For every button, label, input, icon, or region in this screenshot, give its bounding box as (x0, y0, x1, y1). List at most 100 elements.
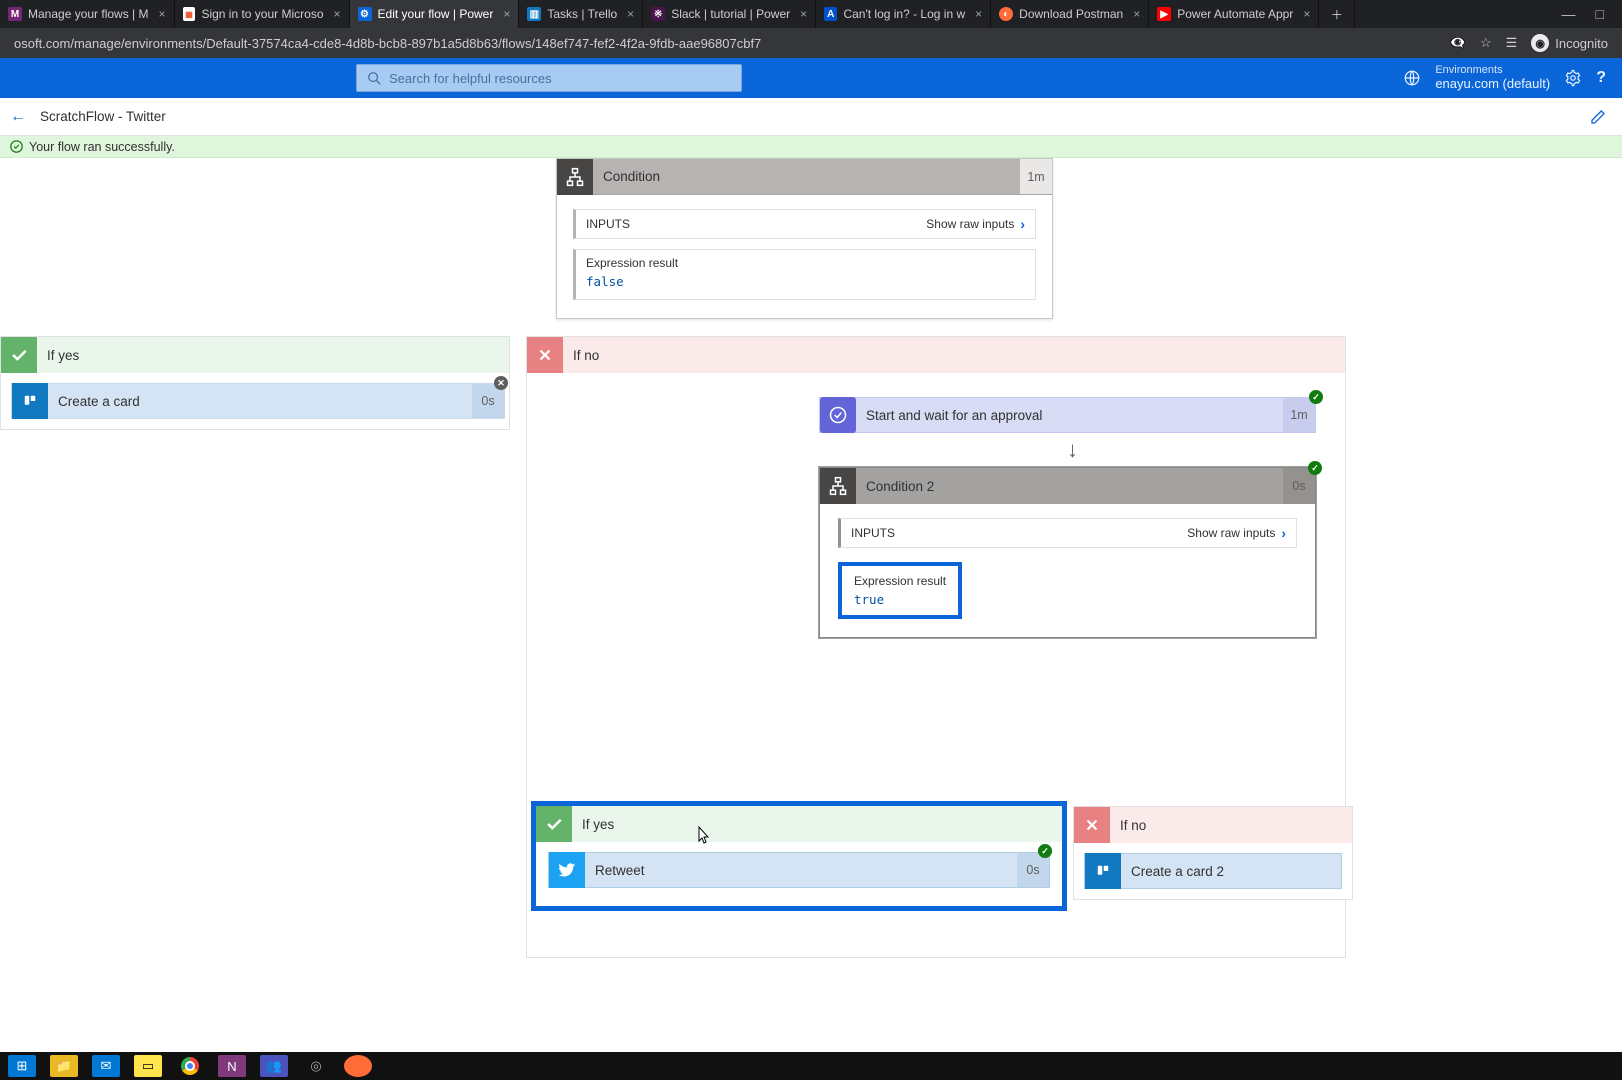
retweet-action[interactable]: Retweet 0s (548, 852, 1050, 888)
check-circle-icon (10, 140, 23, 153)
search-icon (367, 71, 381, 85)
condition-2-card[interactable]: ✓ Condition 2 0s INPUTS Show raw inputs›… (819, 467, 1316, 638)
inputs-header[interactable]: INPUTS Show raw inputs› (573, 209, 1036, 239)
edit-pencil-icon[interactable] (1590, 109, 1612, 125)
approval-action[interactable]: Start and wait for an approval 1m ✓ (819, 397, 1316, 433)
flow-canvas[interactable]: Condition 1m INPUTS Show raw inputs› Exp… (0, 158, 1622, 1052)
tab-label: Power Automate Appr (1177, 7, 1293, 21)
show-raw-inputs-link[interactable]: Show raw inputs› (1187, 525, 1286, 541)
close-icon[interactable]: × (1133, 7, 1140, 21)
chevron-right-icon: › (1020, 216, 1025, 232)
chrome-icon[interactable] (176, 1055, 204, 1077)
mail-icon[interactable]: ✉ (92, 1055, 120, 1077)
if-yes-branch[interactable]: If yes Create a card 0s ✕ (0, 336, 510, 430)
twitter-icon (549, 852, 585, 888)
status-success-icon: ✓ (1038, 844, 1052, 858)
back-arrow-icon[interactable]: ← (10, 108, 26, 126)
banner-text: Your flow ran successfully. (29, 140, 175, 154)
window-maximize-icon[interactable]: □ (1596, 6, 1604, 22)
tab-label: Sign in to your Microso (201, 7, 323, 21)
expression-result-highlight: Expression result true (838, 562, 962, 619)
app-header: Search for helpful resources Environment… (0, 58, 1622, 98)
tab-label: Manage your flows | M (28, 7, 149, 21)
environment-text[interactable]: Environments enayu.com (default) (1435, 65, 1550, 92)
create-card-action[interactable]: Create a card 0s ✕ (11, 383, 505, 419)
x-icon (527, 337, 563, 373)
close-icon[interactable]: × (627, 7, 634, 21)
tab-signin[interactable]: ▦Sign in to your Microso× (175, 0, 350, 28)
search-placeholder: Search for helpful resources (389, 71, 552, 86)
status-success-icon: ✓ (1308, 461, 1322, 475)
expression-value: false (586, 274, 1025, 289)
close-icon[interactable]: × (800, 7, 807, 21)
inputs-header[interactable]: INPUTS Show raw inputs› (838, 518, 1297, 548)
close-icon[interactable]: × (159, 7, 166, 21)
close-icon[interactable]: × (334, 7, 341, 21)
breadcrumb-bar: ← ScratchFlow - Twitter (0, 98, 1622, 136)
settings-gear-icon[interactable] (1564, 69, 1582, 87)
onenote-icon[interactable]: N (218, 1055, 246, 1077)
duration-label: 1m (1020, 159, 1052, 194)
help-icon[interactable]: ? (1596, 69, 1606, 87)
sticky-notes-icon[interactable]: ▭ (134, 1055, 162, 1077)
if-yes-branch-2[interactable]: If yes Retweet 0s ✓ (531, 801, 1067, 911)
success-banner: Your flow ran successfully. (0, 136, 1622, 158)
x-icon (1074, 807, 1110, 843)
window-minimize-icon[interactable]: — (1562, 6, 1576, 22)
chevron-right-icon: › (1281, 525, 1286, 541)
new-tab-button[interactable]: ＋ (1319, 0, 1355, 28)
close-icon[interactable]: × (503, 7, 510, 21)
action-title: Start and wait for an approval (856, 408, 1042, 423)
branch-title: If no (1110, 818, 1146, 833)
browser-tab-bar: MManage your flows | M× ▦Sign in to your… (0, 0, 1622, 28)
trello-icon (1085, 853, 1121, 889)
incognito-indicator: ◉Incognito (1531, 34, 1608, 52)
card-title: Condition (593, 169, 660, 184)
close-icon[interactable]: × (1303, 7, 1310, 21)
flow-title: ScratchFlow - Twitter (40, 109, 166, 124)
if-no-branch[interactable]: If no Start and wait for an approval 1m … (526, 336, 1346, 958)
tab-manage-flows[interactable]: MManage your flows | M× (0, 0, 175, 28)
postman-icon[interactable] (344, 1055, 372, 1077)
tab-label: Download Postman (1019, 7, 1123, 21)
condition-card[interactable]: Condition 1m INPUTS Show raw inputs› Exp… (556, 158, 1053, 319)
bookmark-star-icon[interactable]: ☆ (1480, 35, 1492, 51)
obs-icon[interactable]: ◎ (302, 1055, 330, 1077)
tab-slack[interactable]: ※Slack | tutorial | Power× (643, 0, 816, 28)
close-icon[interactable]: × (975, 7, 982, 21)
environment-icon[interactable] (1403, 69, 1421, 87)
action-title: Retweet (585, 863, 645, 878)
reading-list-icon[interactable]: ☰ (1506, 35, 1518, 51)
branch-title: If no (563, 348, 599, 363)
branch-title: If yes (572, 817, 614, 832)
tab-label: Can't log in? - Log in w (843, 7, 965, 21)
search-input[interactable]: Search for helpful resources (356, 64, 742, 92)
show-raw-inputs-link[interactable]: Show raw inputs› (926, 216, 1025, 232)
action-title: Create a card 2 (1121, 864, 1224, 879)
mouse-cursor-icon (694, 826, 710, 846)
check-icon (1, 337, 37, 373)
duration-label: 0s (1017, 853, 1049, 887)
tracking-off-icon[interactable]: 👁‍🗨 (1450, 35, 1466, 51)
if-no-branch-2[interactable]: If no Create a card 2 (1073, 806, 1353, 900)
explorer-icon[interactable]: 📁 (50, 1055, 78, 1077)
tab-youtube[interactable]: ▶Power Automate Appr× (1149, 0, 1319, 28)
tab-atlassian[interactable]: ACan't log in? - Log in w× (816, 0, 991, 28)
start-button[interactable]: ⊞ (8, 1055, 36, 1077)
create-card-2-action[interactable]: Create a card 2 (1084, 853, 1342, 889)
tab-postman[interactable]: ◐Download Postman× (991, 0, 1149, 28)
url-text[interactable]: osoft.com/manage/environments/Default-37… (14, 36, 1450, 51)
status-skipped-icon: ✕ (494, 376, 508, 390)
expression-value: true (854, 592, 946, 607)
tab-edit-flow[interactable]: ⚙Edit your flow | Power× (350, 0, 520, 28)
condition-icon (820, 468, 856, 504)
action-title: Create a card (48, 394, 140, 409)
check-icon (536, 806, 572, 842)
tab-label: Slack | tutorial | Power (671, 7, 790, 21)
windows-taskbar: ⊞ 📁 ✉ ▭ N 👥 ◎ (0, 1052, 1622, 1080)
tab-trello[interactable]: ▥Tasks | Trello× (519, 0, 643, 28)
flow-arrow-icon: ↓ (1067, 437, 1078, 463)
branch-title: If yes (37, 348, 79, 363)
trello-icon (12, 383, 48, 419)
teams-icon[interactable]: 👥 (260, 1055, 288, 1077)
